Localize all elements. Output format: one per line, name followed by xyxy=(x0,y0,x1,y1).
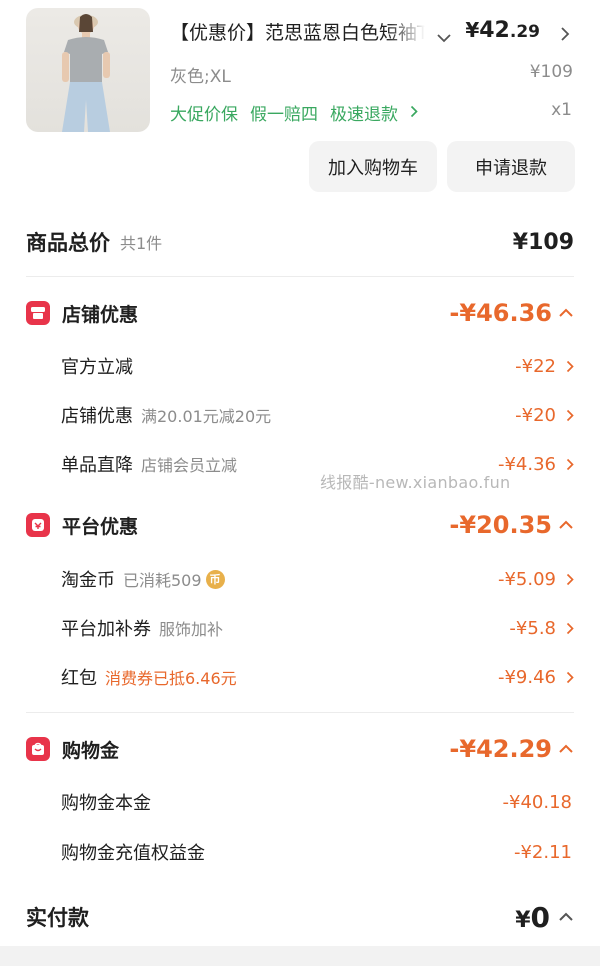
list-item: 购物金充值权益金 -¥2.11 xyxy=(61,841,572,865)
chevron-right-icon[interactable] xyxy=(560,26,570,46)
chevron-right-icon xyxy=(566,409,574,422)
total-price-amount: ¥109 xyxy=(512,229,574,255)
product-price: ¥42.29 xyxy=(465,18,540,43)
shopping-gold-header[interactable]: 购物金 -¥42.29 xyxy=(26,732,574,766)
list-item[interactable]: 平台加补券 服饰加补 -¥5.8 xyxy=(61,614,574,642)
list-item[interactable]: 淘金币 已消耗509 币 -¥5.09 xyxy=(61,565,574,593)
service-tags[interactable]: 大促价保 假一赔四 极速退款 xyxy=(170,100,418,125)
total-price-row: 商品总价 共1件 ¥109 xyxy=(26,224,574,260)
shopping-gold-label: 购物金 xyxy=(62,739,120,762)
chevron-up-icon[interactable] xyxy=(558,520,574,530)
product-variant: 灰色;XL xyxy=(170,67,231,87)
chevron-right-icon xyxy=(566,573,574,586)
payment-amount: ¥0 xyxy=(515,900,550,934)
store-icon xyxy=(26,301,50,325)
chevron-right-icon xyxy=(566,360,574,373)
divider xyxy=(26,712,574,713)
chevron-down-icon[interactable] xyxy=(436,28,452,47)
item-count: 共1件 xyxy=(120,234,163,253)
coin-icon: 币 xyxy=(205,569,225,589)
chevron-up-icon[interactable] xyxy=(558,744,574,754)
chevron-right-icon xyxy=(410,103,418,123)
chevron-up-icon[interactable] xyxy=(558,912,574,922)
product-card[interactable]: 【优惠价】范思蓝恩白色短袖T恤 ¥42.29 灰色;XL ¥109 大促价保 假… xyxy=(0,0,600,200)
platform-discount-amount: -¥20.35 xyxy=(449,511,552,539)
store-discount-label: 店铺优惠 xyxy=(62,303,139,326)
divider xyxy=(26,276,574,277)
list-item[interactable]: 官方立减 -¥22 xyxy=(61,352,574,380)
wallet-icon xyxy=(26,737,50,761)
chevron-right-icon xyxy=(566,671,574,684)
product-thumbnail[interactable] xyxy=(26,8,150,132)
platform-discount-header[interactable]: 平台优惠 -¥20.35 xyxy=(26,508,574,542)
shopping-gold-amount: -¥42.29 xyxy=(449,735,552,763)
platform-icon xyxy=(26,513,50,537)
payment-label: 实付款 xyxy=(26,906,89,930)
add-to-cart-button[interactable]: 加入购物车 xyxy=(309,141,437,192)
tag-price-protection: 大促价保 xyxy=(170,105,238,125)
tag-fast-refund: 极速退款 xyxy=(330,105,398,125)
original-price: ¥109 xyxy=(529,62,573,82)
list-item[interactable]: 红包 消费券已抵6.46元 -¥9.46 xyxy=(61,663,574,691)
chevron-right-icon xyxy=(566,622,574,635)
list-item: 购物金本金 -¥40.18 xyxy=(61,791,572,815)
product-title[interactable]: 【优惠价】范思蓝恩白色短袖T恤 xyxy=(170,18,425,45)
payment-row[interactable]: 实付款 ¥0 xyxy=(26,898,574,936)
store-discount-header[interactable]: 店铺优惠 -¥46.36 xyxy=(26,296,574,330)
list-item[interactable]: 店铺优惠 满20.01元减20元 -¥20 xyxy=(61,401,574,429)
tag-fake-compensation: 假一赔四 xyxy=(250,105,318,125)
chevron-up-icon[interactable] xyxy=(558,308,574,318)
total-price-label: 商品总价 xyxy=(26,231,110,255)
bottom-strip xyxy=(0,946,600,966)
platform-discount-label: 平台优惠 xyxy=(62,515,139,538)
store-discount-amount: -¥46.36 xyxy=(449,299,552,327)
chevron-right-icon xyxy=(566,458,574,471)
refund-button[interactable]: 申请退款 xyxy=(447,141,575,192)
watermark: 线报酷-new.xianbao.fun xyxy=(320,473,511,492)
product-quantity: x1 xyxy=(551,100,572,120)
